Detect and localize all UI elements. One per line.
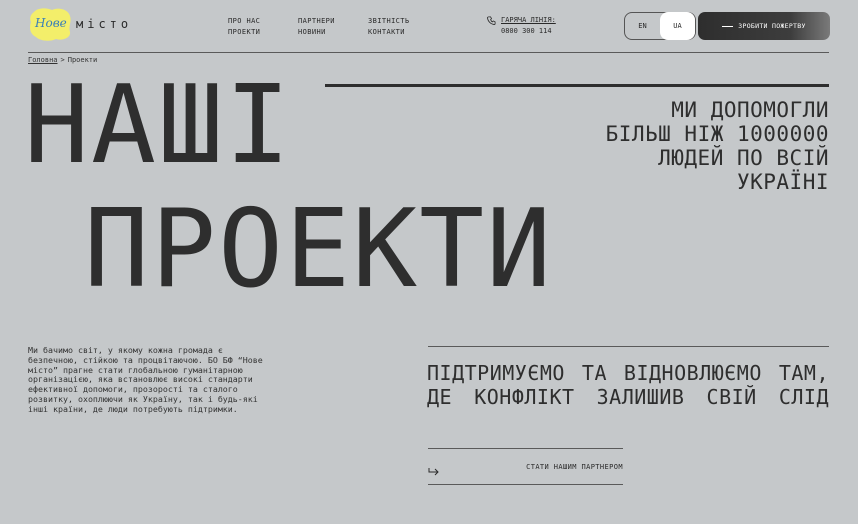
logo-word: місто (76, 17, 133, 31)
nav-item-contacts[interactable]: КОНТАКТИ (368, 27, 410, 38)
language-switch: EN UA (624, 12, 696, 40)
nav-item-reports[interactable]: ЗВІТНІСТЬ (368, 16, 410, 27)
nav-item-news[interactable]: НОВИНИ (298, 27, 335, 38)
logo[interactable]: Нове місто (28, 6, 132, 42)
logo-blob-icon: Нове (28, 6, 72, 42)
lang-ua-button[interactable]: UA (660, 12, 695, 40)
header-divider (28, 52, 829, 53)
arrow-right-icon (428, 462, 440, 475)
hotline-label: ГАРЯЧА ЛІНІЯ: (501, 16, 556, 24)
site-header: Нове місто ПРО НАС ПРОЕКТИ ПАРТНЕРИ НОВИ… (0, 0, 858, 52)
donate-label: ЗРОБИТИ ПОЖЕРТВУ (738, 22, 806, 30)
donate-dash-icon (722, 25, 734, 27)
hotline[interactable]: ГАРЯЧА ЛІНІЯ: 0800 300 114 (487, 15, 556, 37)
logo-script: Нове (35, 16, 67, 30)
nav-column-2: ПАРТНЕРИ НОВИНИ (298, 16, 335, 38)
nav-item-projects[interactable]: ПРОЕКТИ (228, 27, 260, 38)
support-divider (428, 346, 829, 347)
phone-icon (487, 16, 496, 29)
page-title-line-1: НАШІ (24, 63, 293, 188)
impact-line-4: УКРАЇНІ (736, 170, 829, 194)
nav-column-1: ПРО НАС ПРОЕКТИ (228, 16, 260, 38)
mission-text: Ми бачимо світ, у якому кожна громада є … (28, 345, 263, 414)
impact-line-3: ЛЮДЕЙ ПО ВСІЙ (658, 146, 829, 170)
donate-button[interactable]: ЗРОБИТИ ПОЖЕРТВУ (698, 12, 830, 40)
nav-item-partners[interactable]: ПАРТНЕРИ (298, 16, 335, 27)
impact-statement: МИ ДОПОМОГЛИ БІЛЬШ НІЖ 1000000 ЛЮДЕЙ ПО … (606, 98, 829, 194)
become-partner-label: СТАТИ НАШИМ ПАРТНЕРОМ (526, 462, 623, 471)
nav-item-about[interactable]: ПРО НАС (228, 16, 260, 27)
support-statement: ПІДТРИМУЄМО ТА ВІДНОВЛЮЄМО ТАМ, ДЕ КОНФЛ… (427, 361, 829, 409)
impact-line-2: БІЛЬШ НІЖ 1000000 (605, 122, 829, 146)
become-partner-button[interactable]: СТАТИ НАШИМ ПАРТНЕРОМ (428, 448, 623, 485)
lang-en-button[interactable]: EN (625, 12, 660, 40)
nav-column-3: ЗВІТНІСТЬ КОНТАКТИ (368, 16, 410, 38)
page-title-line-2: ПРОЕКТИ (84, 187, 554, 312)
hotline-phone[interactable]: 0800 300 114 (501, 26, 556, 37)
impact-line-1: МИ ДОПОМОГЛИ (671, 98, 829, 122)
hero-rule (325, 84, 829, 87)
